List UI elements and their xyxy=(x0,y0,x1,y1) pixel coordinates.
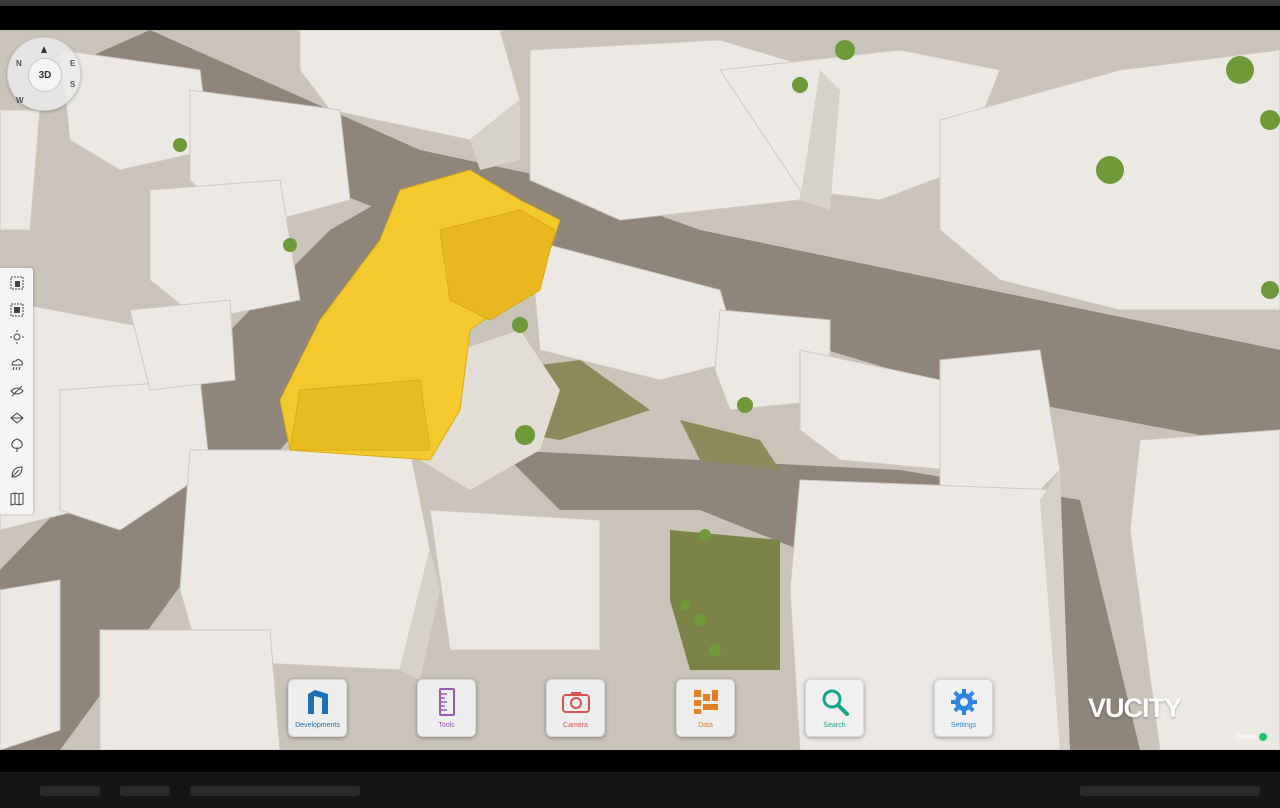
developments-icon xyxy=(303,687,332,716)
data-button[interactable]: Data xyxy=(676,679,735,737)
taskbar-item xyxy=(120,786,170,796)
weather-icon[interactable] xyxy=(9,356,25,372)
data-grid-icon xyxy=(691,687,720,716)
map-icon[interactable] xyxy=(9,491,25,507)
search-label: Search xyxy=(823,722,846,729)
taskbar-item xyxy=(1080,786,1260,796)
compass-dir-n: N xyxy=(16,59,22,68)
sun-icon[interactable] xyxy=(9,329,25,345)
taskbar xyxy=(0,772,1280,808)
city-scene xyxy=(0,30,1280,750)
camera-label: Camera xyxy=(563,722,588,729)
vucity-logo: VUCITY xyxy=(1088,693,1182,723)
tools-ruler-icon xyxy=(432,687,461,716)
settings-label: Settings xyxy=(950,722,977,729)
online-label: Online xyxy=(1236,733,1257,741)
visibility-icon[interactable] xyxy=(9,383,25,399)
city-3d-viewport[interactable] xyxy=(0,30,1280,750)
compass-dir-e: E xyxy=(70,59,76,68)
taskbar-item xyxy=(40,786,100,796)
search-icon xyxy=(820,687,849,716)
tool-rail xyxy=(0,268,33,514)
compass-widget[interactable]: N E S W 3D xyxy=(7,37,81,111)
north-needle-icon xyxy=(41,46,47,53)
window-bottom-band xyxy=(0,750,1280,772)
camera-icon xyxy=(561,687,590,716)
data-label: Data xyxy=(698,722,713,729)
settings-button[interactable]: Settings xyxy=(934,679,993,737)
compass-dir-w: W xyxy=(16,96,24,105)
search-button[interactable]: Search xyxy=(805,679,864,737)
tools-button[interactable]: Tools xyxy=(417,679,476,737)
gear-icon xyxy=(949,687,978,716)
leaf-icon[interactable] xyxy=(9,464,25,480)
compass-dir-s: S xyxy=(70,80,76,89)
view-mode-toggle[interactable]: 3D xyxy=(28,58,62,92)
developments-button[interactable]: Developments xyxy=(288,679,347,737)
tree-icon[interactable] xyxy=(9,437,25,453)
select-area-icon[interactable] xyxy=(9,302,25,318)
window-top-band xyxy=(0,6,1280,30)
taskbar-item xyxy=(190,786,360,796)
tools-label: Tools xyxy=(438,722,455,729)
layers-icon[interactable] xyxy=(9,410,25,426)
connection-status: Online xyxy=(1236,733,1268,741)
camera-button[interactable]: Camera xyxy=(546,679,605,737)
online-indicator-icon xyxy=(1259,733,1268,741)
select-building-icon[interactable] xyxy=(9,275,25,291)
developments-label: Developments xyxy=(295,722,340,729)
